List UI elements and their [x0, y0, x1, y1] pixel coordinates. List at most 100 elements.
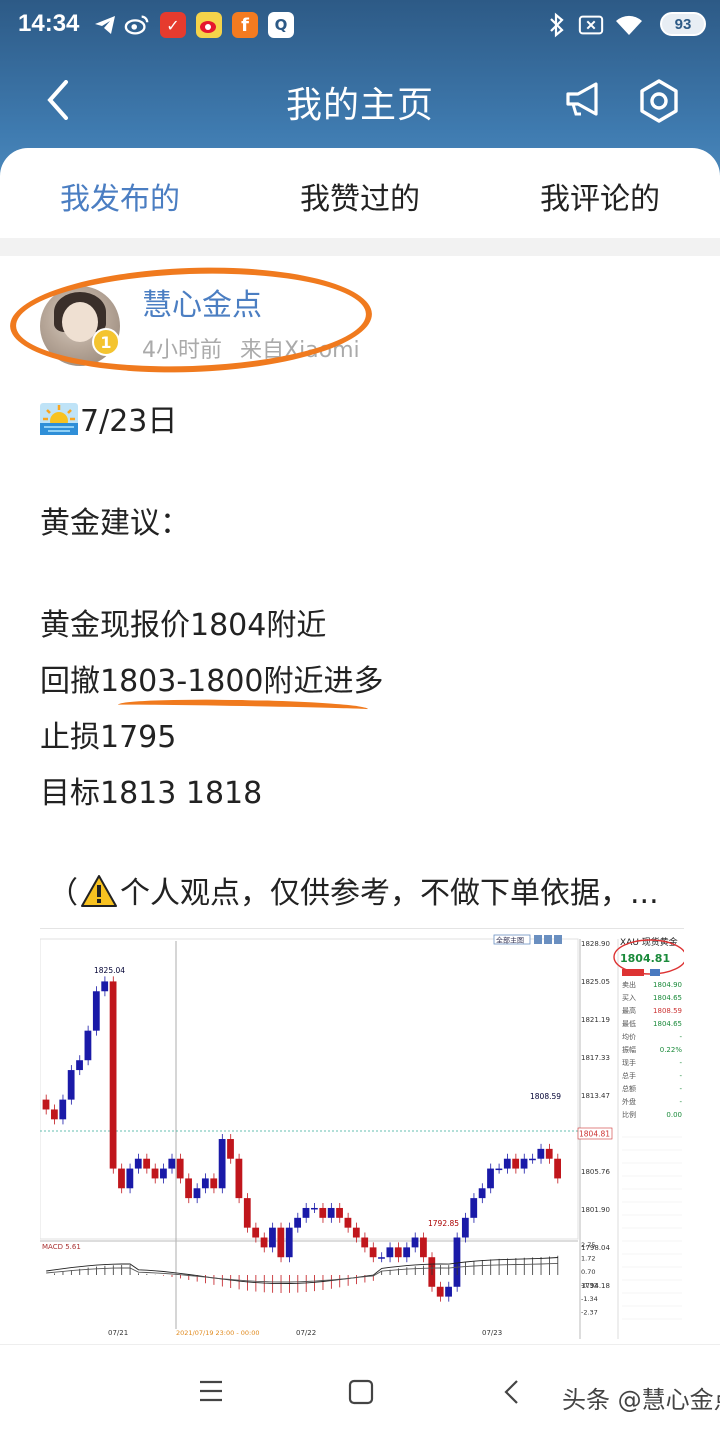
macd-dif-line: [46, 1257, 558, 1285]
macd-axis-label: 2.75: [581, 1241, 595, 1249]
candle-body: [277, 1227, 285, 1258]
candle-body: [269, 1227, 276, 1248]
x-label-0722: 07/22: [296, 1329, 316, 1337]
disclaimer-text: 个人观点，仅供参考，不做下单依据，...: [120, 876, 659, 911]
x-label-0723: 07/23: [482, 1329, 502, 1337]
app-q-icon: Q: [268, 12, 294, 38]
side-row-value: 0.22%: [660, 1046, 683, 1054]
section-divider: [0, 238, 720, 256]
candle-body: [243, 1198, 251, 1228]
candle-body: [59, 1099, 67, 1120]
side-btn-red: [622, 969, 644, 976]
candle-body: [453, 1237, 461, 1287]
menu-icon[interactable]: [198, 1379, 224, 1407]
candle-body: [143, 1158, 151, 1169]
candle-body: [545, 1148, 553, 1159]
telegram-icon: [92, 12, 118, 38]
candle-body: [176, 1158, 184, 1179]
side-panel-rows: 卖出 1804.90 买入 1804.65 最高 1808.59 最低 1804.65 均价 - 振…: [622, 980, 682, 1119]
toolbar-btn-2: [544, 935, 552, 944]
side-row-label: 总额: [622, 1084, 636, 1093]
candle-body: [352, 1227, 360, 1238]
candle-body: [67, 1070, 75, 1100]
candle-body: [76, 1060, 83, 1071]
side-row-value: 1804.65: [653, 994, 682, 1002]
candle-body: [252, 1227, 260, 1238]
candle-body: [411, 1237, 419, 1248]
candle-body: [386, 1247, 394, 1258]
post-line-4: 止损1795: [40, 720, 177, 755]
weibo-app-icon: [196, 12, 222, 38]
candle-body: [336, 1207, 343, 1218]
side-row-value: -: [679, 1059, 682, 1067]
tick-list: [622, 1136, 682, 1320]
price-axis-label: 1805.76: [581, 1168, 610, 1176]
sim-x-icon: [578, 12, 604, 38]
candle-body: [160, 1168, 167, 1179]
navbar: 我的主页: [0, 60, 720, 140]
candle-body: [327, 1207, 335, 1218]
status-bar: 14:34 ✓ f Q 93: [0, 0, 720, 50]
candle-body: [529, 1158, 536, 1161]
side-row-label: 外盘: [622, 1097, 636, 1106]
candle-body: [294, 1217, 301, 1228]
candle-body: [134, 1158, 142, 1169]
candle-body: [420, 1237, 427, 1258]
candle-body: [118, 1168, 125, 1189]
candle-body: [537, 1148, 545, 1159]
candle-body: [478, 1188, 486, 1199]
status-time: 14:34: [18, 10, 80, 37]
candle-body: [302, 1207, 310, 1218]
candles: [42, 976, 561, 1302]
candle-body: [495, 1168, 503, 1171]
profile-tabs: 我发布的 我赞过的 我评论的: [0, 148, 720, 240]
candle-body: [344, 1217, 352, 1228]
price-axis-label: 1821.19: [581, 1016, 610, 1024]
candle-body: [394, 1247, 402, 1258]
warning-icon: [80, 874, 118, 908]
weibo-icon: [124, 12, 150, 38]
side-row-label: 均价: [622, 1032, 636, 1041]
side-row-value: 1804.90: [653, 981, 682, 989]
header-background: 14:34 ✓ f Q 93 我的主页 我发布的 我赞过的 我评论的: [0, 0, 720, 240]
side-row-label: 最高: [622, 1006, 636, 1015]
side-row-label: 振幅: [622, 1045, 636, 1054]
sunrise-icon: [40, 403, 78, 435]
side-row-label: 买入: [622, 994, 636, 1002]
toolbar-btn-3: [554, 935, 562, 944]
tab-my-likes[interactable]: 我赞过的: [300, 174, 420, 218]
page-title: 我的主页: [285, 85, 434, 126]
home-square-icon[interactable]: [348, 1379, 374, 1409]
gold-chart-svg: 全部主图 1828.90 1825.05 1821.19 1817.33 1813.47…: [40, 934, 684, 1339]
macd-axis-label: 0.70: [581, 1268, 595, 1276]
settings-gear-icon[interactable]: [636, 78, 682, 124]
post-disclaimer[interactable]: （ 个人观点，仅供参考，不做下单依据，...: [48, 868, 659, 912]
macd-histogram: [54, 1255, 559, 1293]
current-price-tag: 1804.81: [579, 1130, 610, 1139]
x-label-0721: 07/21: [108, 1329, 128, 1337]
tab-my-comments[interactable]: 我评论的: [540, 174, 660, 218]
megaphone-icon[interactable]: [562, 78, 606, 122]
side-row-label: 总手: [622, 1071, 636, 1080]
app-orange-icon: f: [232, 12, 258, 38]
side-row-label: 卖出: [622, 980, 636, 989]
back-triangle-icon[interactable]: [502, 1379, 522, 1409]
candle-body: [101, 981, 109, 992]
side-row-value: -: [679, 1098, 682, 1106]
candle-body: [520, 1158, 528, 1169]
gold-chart-image[interactable]: 全部主图 1828.90 1825.05 1821.19 1817.33 1813.47…: [40, 928, 684, 1340]
candle-body: [461, 1217, 469, 1238]
tab-my-posts[interactable]: 我发布的: [60, 174, 180, 218]
side-row-value: -: [679, 1085, 682, 1093]
chart-toolbar-label: 全部主图: [496, 936, 524, 945]
candle-body: [92, 991, 100, 1031]
candle-body: [126, 1168, 134, 1189]
macd-dea-line: [46, 1262, 558, 1283]
candle-body: [185, 1178, 192, 1199]
candle-body: [260, 1237, 268, 1248]
high-price-label: 1825.04: [94, 966, 125, 975]
macd-axis-label: -2.37: [581, 1309, 598, 1317]
macd-axis-label: 1.72: [581, 1255, 595, 1263]
battery-icon: 93: [660, 12, 706, 36]
side-row-value: 1808.59: [653, 1007, 682, 1015]
